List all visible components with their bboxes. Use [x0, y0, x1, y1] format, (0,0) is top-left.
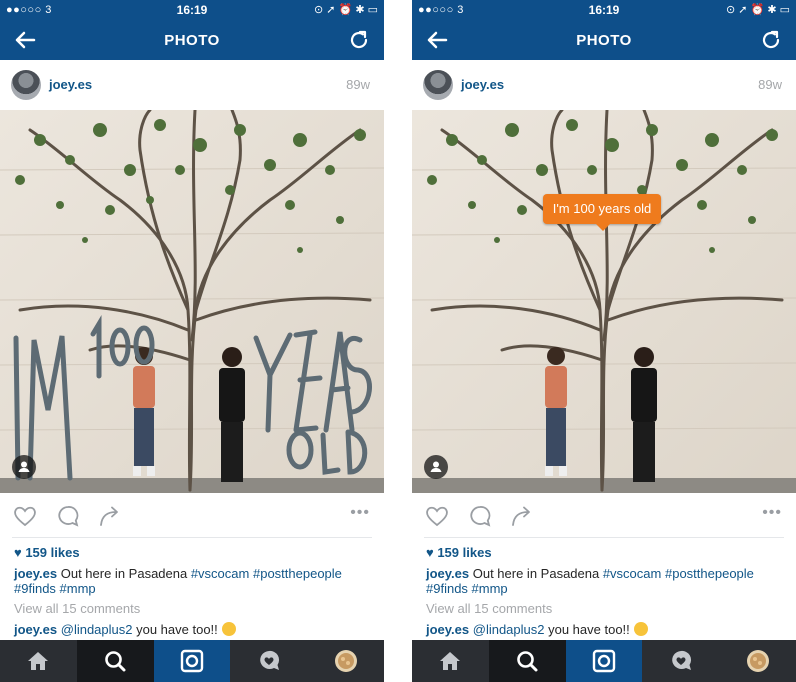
- post-photo[interactable]: I'm 100 years old: [412, 110, 796, 493]
- hashtag[interactable]: #9finds: [14, 581, 56, 596]
- hashtag[interactable]: #mmp: [60, 581, 96, 596]
- status-bar: ●●○○○ 3 16:19 ⊙ ➚ ⏰ ✱ ▭: [412, 0, 796, 20]
- camera-icon: [180, 649, 204, 673]
- tab-bar: [412, 640, 796, 682]
- status-bar: ●●○○○ 3 16:19 ⊙ ➚ ⏰ ✱ ▭: [0, 0, 384, 20]
- page-title: PHOTO: [576, 32, 632, 49]
- comment-row: joey.es @lindaplus2 you have too!!: [14, 622, 236, 637]
- avatar[interactable]: [423, 70, 453, 100]
- post-username[interactable]: joey.es: [49, 77, 92, 92]
- hashtag[interactable]: #postthepeople: [665, 566, 754, 581]
- profile-icon: [334, 650, 357, 672]
- profile-icon: [746, 650, 769, 672]
- tab-activity[interactable]: [642, 640, 719, 682]
- camera-icon: [592, 649, 616, 673]
- tagged-people-icon[interactable]: [12, 455, 36, 479]
- likes-count[interactable]: ♥ 159 likes: [426, 545, 492, 560]
- comment-mention[interactable]: @lindaplus2: [61, 622, 133, 637]
- system-icons: ⊙ ➚ ⏰ ✱ ▭: [726, 4, 790, 16]
- tab-bar: [0, 640, 384, 682]
- home-icon: [440, 652, 461, 670]
- page-title: PHOTO: [164, 32, 220, 49]
- post-actions: •••: [412, 493, 796, 537]
- smile-emoji-icon: [633, 622, 648, 636]
- post-caption: joey.es Out here in Pasadena #vscocam #p…: [426, 566, 784, 596]
- heart-icon[interactable]: [12, 503, 38, 529]
- activity-icon: [671, 650, 691, 670]
- phone-screen-left: ●●○○○ 3 16:19 ⊙ ➚ ⏰ ✱ ▭ PHOTO joey.es 89…: [0, 0, 384, 682]
- search-icon: [105, 651, 126, 672]
- post-header: joey.es 89w: [0, 60, 384, 110]
- share-icon[interactable]: [509, 503, 535, 529]
- tab-activity[interactable]: [230, 640, 307, 682]
- comment-text: you have too!!: [132, 622, 218, 637]
- tab-home[interactable]: [412, 640, 489, 682]
- comment-mention[interactable]: @lindaplus2: [473, 622, 545, 637]
- hashtag[interactable]: #mmp: [472, 581, 508, 596]
- view-all-comments-link[interactable]: View all 15 comments: [14, 601, 140, 616]
- refresh-icon[interactable]: [758, 27, 784, 53]
- search-icon: [517, 651, 538, 672]
- system-icons: ⊙ ➚ ⏰ ✱ ▭: [314, 4, 378, 16]
- comment-text: you have too!!: [544, 622, 630, 637]
- tab-camera[interactable]: [565, 640, 643, 682]
- smile-emoji-icon: [221, 622, 236, 636]
- hashtag[interactable]: #9finds: [426, 581, 468, 596]
- view-all-comments-link[interactable]: View all 15 comments: [426, 601, 552, 616]
- post-time-ago: 89w: [346, 77, 370, 92]
- phone-screen-right: ●●○○○ 3 16:19 ⊙ ➚ ⏰ ✱ ▭ PHOTO joey.es 89…: [412, 0, 796, 682]
- tab-search[interactable]: [76, 640, 154, 682]
- more-options-icon[interactable]: •••: [762, 504, 782, 522]
- caption-text: Out here in Pasadena: [469, 566, 603, 581]
- post-actions: •••: [0, 493, 384, 537]
- post-photo[interactable]: [0, 110, 384, 493]
- tagged-people-icon[interactable]: [424, 455, 448, 479]
- post-username[interactable]: joey.es: [461, 77, 504, 92]
- comment-username[interactable]: joey.es: [14, 622, 57, 637]
- post-caption: joey.es Out here in Pasadena #vscocam #p…: [14, 566, 372, 596]
- tab-profile[interactable]: [719, 640, 796, 682]
- photo-scene: [412, 110, 796, 493]
- refresh-icon[interactable]: [346, 27, 372, 53]
- hashtag[interactable]: #vscocam: [191, 566, 250, 581]
- likes-count[interactable]: ♥ 159 likes: [14, 545, 80, 560]
- divider: [12, 537, 372, 538]
- caption-username[interactable]: joey.es: [426, 566, 469, 581]
- share-icon[interactable]: [97, 503, 123, 529]
- caption-text: Out here in Pasadena: [57, 566, 191, 581]
- hashtag[interactable]: #vscocam: [603, 566, 662, 581]
- caption-username[interactable]: joey.es: [14, 566, 57, 581]
- tab-search[interactable]: [488, 640, 566, 682]
- nav-bar: PHOTO: [412, 20, 796, 60]
- hashtag[interactable]: #postthepeople: [253, 566, 342, 581]
- comment-username[interactable]: joey.es: [426, 622, 469, 637]
- post-time-ago: 89w: [758, 77, 782, 92]
- nav-bar: PHOTO: [0, 20, 384, 60]
- home-icon: [28, 652, 49, 670]
- tab-home[interactable]: [0, 640, 77, 682]
- activity-icon: [259, 650, 279, 670]
- tab-profile[interactable]: [307, 640, 384, 682]
- photo-scene: [0, 110, 384, 493]
- heart-icon[interactable]: [424, 503, 450, 529]
- comment-row: joey.es @lindaplus2 you have too!!: [426, 622, 648, 637]
- avatar[interactable]: [11, 70, 41, 100]
- more-options-icon[interactable]: •••: [350, 504, 370, 522]
- comment-icon[interactable]: [55, 503, 81, 529]
- divider: [424, 537, 784, 538]
- tab-camera[interactable]: [153, 640, 231, 682]
- photo-tag-bubble[interactable]: I'm 100 years old: [543, 194, 661, 231]
- post-header: joey.es 89w: [412, 60, 796, 110]
- comment-icon[interactable]: [467, 503, 493, 529]
